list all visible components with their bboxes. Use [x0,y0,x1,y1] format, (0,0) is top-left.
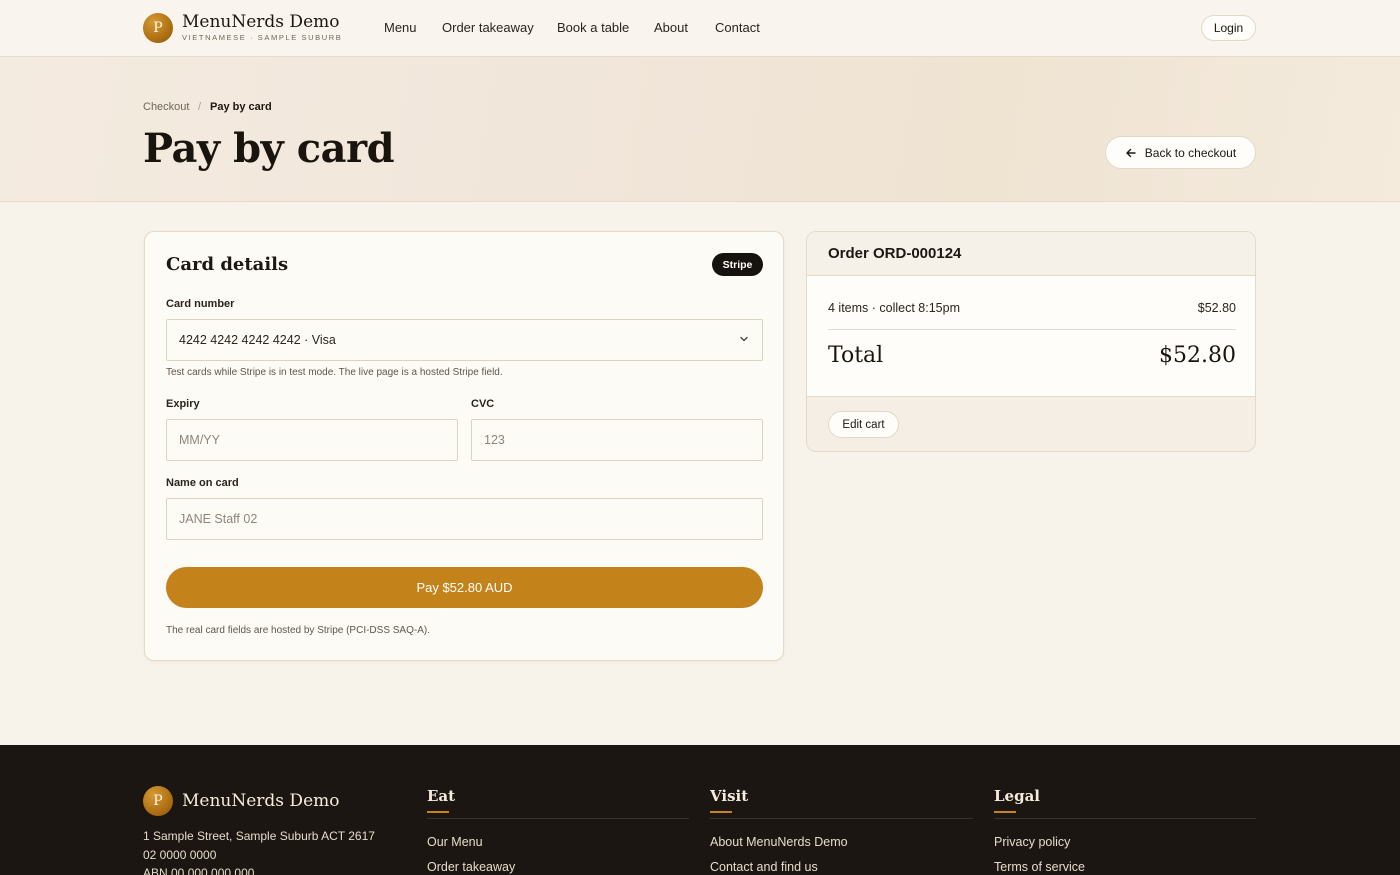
footer-col-legal-title: Legal [994,787,1040,805]
card-details-panel: Card details Stripe Card number 4242 424… [144,231,784,661]
footer-link-privacy[interactable]: Privacy policy [994,835,1070,849]
order-body: 4 items · collect 8:15pm $52.80 Total $5… [807,276,1255,397]
breadcrumb-current: Pay by card [210,101,272,113]
brand-subtitle: VIETNAMESE · SAMPLE SUBURB [182,33,343,42]
footer-col-underline [710,811,732,813]
nav-book-table[interactable]: Book a table [557,20,629,35]
back-to-checkout-label: Back to checkout [1144,145,1237,160]
footer-phone[interactable]: 02 0000 0000 [143,848,216,862]
footer-col-visit-title: Visit [710,787,749,805]
footer-link-order-takeaway[interactable]: Order takeaway [427,860,515,874]
footer-abn: ABN 00 000 000 000 [143,866,255,875]
brand-name[interactable]: MenuNerds Demo [182,12,339,32]
footer-brand: MenuNerds Demo [182,791,340,811]
order-total-amount: $52.80 [1159,343,1236,368]
footer-col-rule [710,818,973,819]
breadcrumb-separator: / [198,101,202,113]
cvc-input[interactable]: 123 [471,419,763,461]
stripe-footnote: The real card fields are hosted by Strip… [166,625,430,636]
order-items-summary: 4 items · collect 8:15pm [828,301,960,315]
name-on-card-input[interactable]: JANE Staff 02 [166,498,763,540]
footer-link-about[interactable]: About MenuNerds Demo [710,835,848,849]
order-title: Order ORD-000124 [828,245,962,262]
chevron-down-icon [740,336,748,342]
cvc-label: CVC [471,398,495,410]
expiry-input[interactable]: MM/YY [166,419,458,461]
card-details-title: Card details [166,254,289,275]
back-to-checkout-button[interactable]: Back to checkout [1105,136,1256,169]
footer-link-our-menu[interactable]: Our Menu [427,835,483,849]
page-title: Pay by card [143,125,395,172]
site-header: P MenuNerds Demo VIETNAMESE · SAMPLE SUB… [0,0,1400,57]
edit-cart-button[interactable]: Edit cart [828,411,899,438]
nav-menu[interactable]: Menu [384,20,417,35]
order-header: Order ORD-000124 [807,232,1255,276]
footer-col-underline [427,811,449,813]
footer-logo-icon: P [143,786,173,816]
order-divider [828,329,1236,330]
pay-button[interactable]: Pay $52.80 AUD [166,567,763,608]
page-hero: Checkout / Pay by card Pay by card Back … [0,57,1400,202]
name-on-card-label: Name on card [166,477,239,489]
footer-col-underline [994,811,1016,813]
nav-about[interactable]: About [654,20,688,35]
breadcrumb-checkout[interactable]: Checkout [143,101,189,113]
card-number-help: Test cards while Stripe is in test mode.… [166,367,503,378]
footer-address: 1 Sample Street, Sample Suburb ACT 2617 [143,829,375,843]
order-items-amount: $52.80 [1197,301,1236,315]
footer-col-rule [994,818,1256,819]
footer-col-rule [427,818,689,819]
expiry-label: Expiry [166,398,200,410]
stripe-badge: Stripe [712,253,763,276]
footer-link-terms[interactable]: Terms of service [994,860,1085,874]
site-footer: P MenuNerds Demo 1 Sample Street, Sample… [0,745,1400,875]
nav-order-takeaway[interactable]: Order takeaway [442,20,534,35]
nav-contact[interactable]: Contact [715,20,760,35]
card-number-select[interactable]: 4242 4242 4242 4242 · Visa [166,319,763,361]
card-number-value: 4242 4242 4242 4242 · Visa [179,333,336,347]
arrow-left-icon [1126,148,1136,157]
card-number-label: Card number [166,298,235,310]
footer-col-eat-title: Eat [427,787,456,805]
order-summary-panel: Order ORD-000124 4 items · collect 8:15p… [806,231,1256,452]
footer-link-contact[interactable]: Contact and find us [710,860,818,874]
order-total-label: Total [828,343,884,368]
brand-logo-icon[interactable]: P [143,13,173,43]
login-button[interactable]: Login [1201,15,1256,41]
